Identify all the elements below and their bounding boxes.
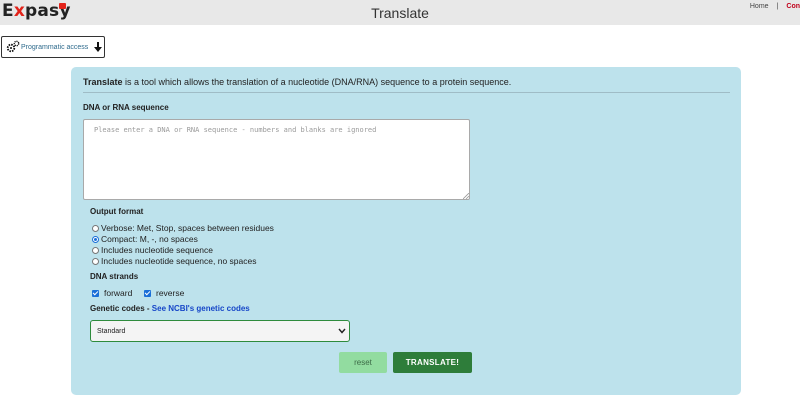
gears-icon	[6, 40, 20, 53]
genetic-code-select[interactable]: Standard	[90, 320, 350, 342]
ncbi-genetic-codes-link[interactable]: See NCBI's genetic codes	[152, 304, 250, 313]
programmatic-access-button[interactable]: Programmatic access	[1, 36, 105, 58]
sequence-input[interactable]	[83, 119, 470, 200]
output-option-verbose[interactable]: Verbose: Met, Stop, spaces between resid…	[92, 223, 274, 233]
arrow-down-icon	[94, 42, 102, 52]
dna-strands-label: DNA strands	[90, 272, 139, 281]
output-option-nucleotide[interactable]: Includes nucleotide sequence	[92, 245, 213, 255]
radio-button[interactable]	[92, 246, 99, 254]
checkbox-checked[interactable]	[144, 289, 151, 297]
resize-grip-icon[interactable]	[463, 193, 469, 199]
translate-panel: Translate is a tool which allows the tra…	[71, 67, 741, 395]
contact-link[interactable]: Con	[786, 3, 800, 10]
selected-genetic-code: Standard	[97, 328, 126, 335]
radio-button[interactable]	[92, 257, 99, 265]
reset-button[interactable]: reset	[339, 352, 387, 373]
radio-button-selected[interactable]	[92, 235, 99, 243]
link-separator: |	[776, 3, 779, 10]
reverse-checkbox[interactable]: reverse	[144, 288, 184, 298]
sequence-label: DNA or RNA sequence	[83, 103, 169, 112]
programmatic-access-label: Programmatic access	[21, 44, 89, 51]
output-option-nucleotide-nospace[interactable]: Includes nucleotide sequence, no spaces	[92, 256, 256, 266]
chevron-down-icon	[338, 328, 346, 334]
forward-checkbox[interactable]: forward	[92, 288, 132, 298]
output-format-label: Output format	[90, 207, 144, 216]
radio-button[interactable]	[92, 224, 99, 232]
intro-description: is a tool which allows the translation o…	[122, 77, 512, 87]
intro-tool-name: Translate	[83, 77, 123, 87]
intro-text: Translate is a tool which allows the tra…	[83, 77, 511, 87]
output-option-compact[interactable]: Compact: M, -, no spaces	[92, 234, 198, 244]
checkbox-checked[interactable]	[92, 289, 99, 297]
genetic-codes-label: Genetic codes - See NCBI's genetic codes	[90, 304, 250, 313]
top-header: Expasy Translate Home | Con	[0, 0, 800, 25]
top-links: Home | Con	[750, 3, 800, 10]
divider	[83, 92, 730, 93]
page-title: Translate	[371, 5, 429, 21]
home-link[interactable]: Home	[750, 3, 769, 10]
translate-button[interactable]: TRANSLATE!	[393, 352, 472, 373]
